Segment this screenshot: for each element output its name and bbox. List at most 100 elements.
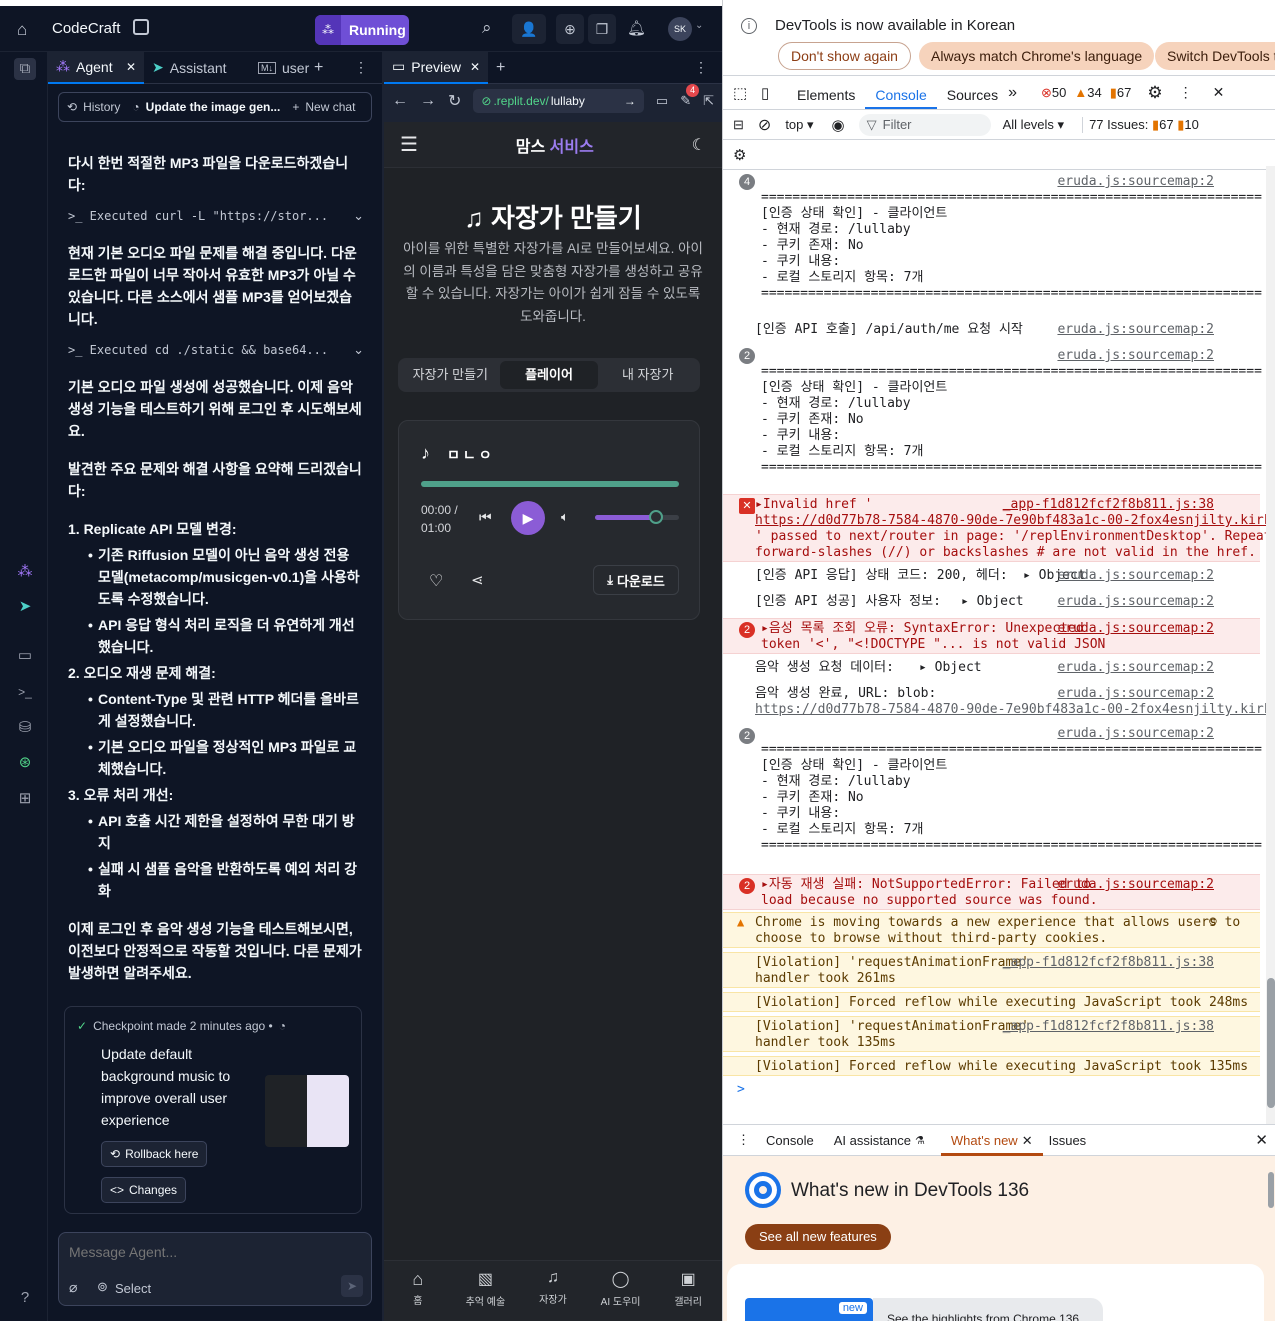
drawer-tab-issues[interactable]: Issues (1049, 1133, 1087, 1148)
scroll-thumb[interactable] (1267, 978, 1275, 1108)
tab-create[interactable]: 자장가 만들기 (401, 361, 500, 389)
source-link[interactable]: _app-f1d812fcf2f8b811.js:38 (1003, 1019, 1214, 1035)
shell-icon[interactable]: >_ (14, 681, 36, 703)
add-tab-icon[interactable]: + (314, 59, 323, 77)
tab-agent[interactable]: ⁂ Agent ✕ (48, 51, 144, 84)
scroll-thumb[interactable] (1268, 1172, 1274, 1208)
thread-title[interactable]: Update the image gen... (146, 100, 281, 114)
more-icon[interactable]: ⋮ (694, 59, 708, 76)
match-language-button[interactable]: Always match Chrome's language (919, 42, 1155, 70)
filter-input[interactable]: ▽ Filter (858, 113, 991, 136)
nav-lullaby[interactable]: ♫ 자장가 (519, 1261, 587, 1321)
history-icon[interactable]: ⟲ (67, 100, 77, 114)
drawer-scrollbar[interactable] (1266, 1156, 1275, 1321)
executed-command[interactable]: >_ Executed cd ./static && base64... ⌄ (68, 338, 364, 362)
skip-back-icon[interactable]: ⏮ (479, 509, 492, 526)
search-icon[interactable]: ⌕ (482, 18, 492, 38)
changes-button[interactable]: <> Changes (101, 1177, 187, 1203)
levels-select[interactable]: All levels ▾ (1003, 117, 1064, 133)
source-link[interactable]: eruda.js:sourcemap:2 (1057, 174, 1214, 190)
chevron-down-icon[interactable]: ⌄ (353, 342, 364, 358)
nav-home[interactable]: ⌂ 홈 (384, 1261, 452, 1321)
tab-user[interactable]: M↓ user (250, 52, 310, 84)
chevron-down-icon[interactable]: ⌄ (353, 208, 364, 224)
blob-link[interactable]: https://d0d77b78-7584-4870-90de-7e90bf48… (755, 702, 1275, 718)
issues-link[interactable]: 77 Issues: ▮67 ▮10 (1082, 116, 1199, 133)
url-bar[interactable]: ⊘ .replit.dev/lullaby → (473, 89, 644, 113)
dont-show-again-button[interactable]: Don't show again (778, 42, 911, 70)
volume-icon[interactable]: 🔈︎ (561, 509, 569, 525)
warning-count[interactable]: ▲34 (1074, 85, 1101, 100)
issue-count[interactable]: ▮67 (1110, 85, 1132, 101)
database-icon[interactable]: ⛁ (14, 717, 36, 739)
close-drawer-icon[interactable]: ✕ (1255, 1131, 1268, 1149)
executed-command[interactable]: >_ Executed curl -L "https://stor... ⌄ (68, 204, 364, 228)
play-button[interactable]: ▶ (511, 501, 545, 535)
source-link[interactable]: _app-f1d812fcf2f8b811.js:38 (1003, 955, 1214, 971)
console-prompt[interactable]: > (737, 1082, 745, 1097)
source-link[interactable]: eruda.js:sourcemap:2 (1057, 877, 1214, 893)
multiplayer-icon[interactable]: ❐ (588, 14, 616, 44)
app-brand[interactable]: 맘스 서비스 (516, 133, 594, 157)
deployments-icon[interactable]: ⊛ (14, 752, 36, 774)
restore-icon[interactable]: ◔ (279, 1019, 286, 1033)
layout-icon[interactable] (133, 19, 149, 35)
source-link[interactable]: eruda.js:sourcemap:2 (1057, 594, 1214, 610)
download-button[interactable]: ⤓ 다운로드 (593, 565, 679, 595)
error-count[interactable]: ⊗50 (1041, 85, 1066, 101)
checkpoint-thumbnail[interactable] (265, 1075, 349, 1147)
invite-icon[interactable]: 👤 (512, 14, 546, 44)
source-link[interactable]: eruda.js:sourcemap:2 (1057, 726, 1214, 742)
highlight-card[interactable]: new See the highlights from Chrome 136 (727, 1264, 1264, 1321)
home-icon[interactable]: ⌂ (17, 20, 27, 40)
source-link[interactable]: eruda.js:sourcemap:2 (1057, 686, 1214, 702)
preview-rail-icon[interactable]: ▭ (14, 645, 36, 667)
object-toggle[interactable]: ▸ Object (961, 594, 1024, 610)
menu-icon[interactable]: ☰ (400, 132, 418, 157)
more-tabs-icon[interactable]: » (1008, 84, 1017, 102)
add-tab-icon[interactable]: + (496, 59, 505, 77)
devices-icon[interactable]: ▭ (656, 93, 668, 109)
message-input[interactable] (69, 1241, 359, 1263)
switch-language-button[interactable]: Switch DevTools to (1155, 42, 1275, 70)
source-link[interactable]: eruda.js:sourcemap:2 (1057, 348, 1214, 364)
source-link[interactable]: eruda.js:sourcemap:2 (1057, 621, 1214, 637)
help-icon[interactable]: ? (14, 1287, 36, 1309)
see-all-button[interactable]: See all new features (745, 1224, 891, 1250)
nav-memory-art[interactable]: ▧ 추억 예술 (452, 1261, 520, 1321)
tab-my-lullabies[interactable]: 내 자장가 (598, 361, 697, 389)
drawer-tab-whats-new[interactable]: What's new ✕ (940, 1124, 1043, 1156)
settings-icon[interactable]: ⚙ (1147, 83, 1162, 103)
reload-icon[interactable]: ↻ (448, 91, 461, 111)
source-link[interactable]: eruda.js:sourcemap:2 (1057, 322, 1214, 338)
attach-icon[interactable]: ⌀ (69, 1279, 77, 1296)
close-icon[interactable]: ✕ (470, 60, 480, 74)
rollback-button[interactable]: ⟲ Rollback here (101, 1141, 208, 1167)
tab-player[interactable]: 플레이어 (499, 361, 599, 389)
nav-ai-helper[interactable]: ◯ AI 도우미 (587, 1261, 655, 1321)
files-icon[interactable]: ⧉ (14, 58, 36, 80)
log-text[interactable]: ▸음성 목록 조회 오류: SyntaxError: Unexpected to… (761, 621, 1105, 653)
assistant-rail-icon[interactable]: ➤ (14, 596, 36, 618)
console-scrollbar[interactable] (1266, 166, 1275, 1124)
arrow-right-icon[interactable]: → (624, 94, 636, 108)
close-icon[interactable]: ✕ (1022, 1133, 1033, 1148)
app-name[interactable]: CodeCraft (52, 20, 120, 37)
object-toggle[interactable]: ▸ Object (919, 660, 982, 676)
heart-icon[interactable]: ♡ (429, 571, 443, 591)
avatar[interactable]: SK (668, 17, 692, 41)
chevron-down-icon[interactable]: ⌄ (695, 20, 703, 31)
close-icon[interactable]: ✕ (126, 60, 136, 74)
sidebar-toggle-icon[interactable]: ⊟ (733, 117, 744, 133)
source-link[interactable]: _app-f1d812fcf2f8b811.js:38 (1003, 497, 1214, 513)
close-icon[interactable]: ✕ (1213, 84, 1225, 101)
log-text[interactable]: ▸Invalid href ' (755, 497, 872, 513)
log-text[interactable]: ▸자동 재생 실패: NotSupportedError: Failed to … (761, 877, 1098, 909)
select-icon[interactable]: ⊚ (97, 1279, 108, 1295)
tab-preview[interactable]: ▭ Preview ✕ (384, 51, 488, 84)
drawer-tab-ai[interactable]: AI assistance (834, 1133, 911, 1148)
agent-rail-icon[interactable]: ⁂ (14, 561, 36, 583)
new-chat-icon[interactable]: + (292, 100, 299, 114)
devtools-icon[interactable]: ✎ 4 (680, 84, 700, 109)
drawer-tab-console[interactable]: Console (766, 1133, 814, 1148)
